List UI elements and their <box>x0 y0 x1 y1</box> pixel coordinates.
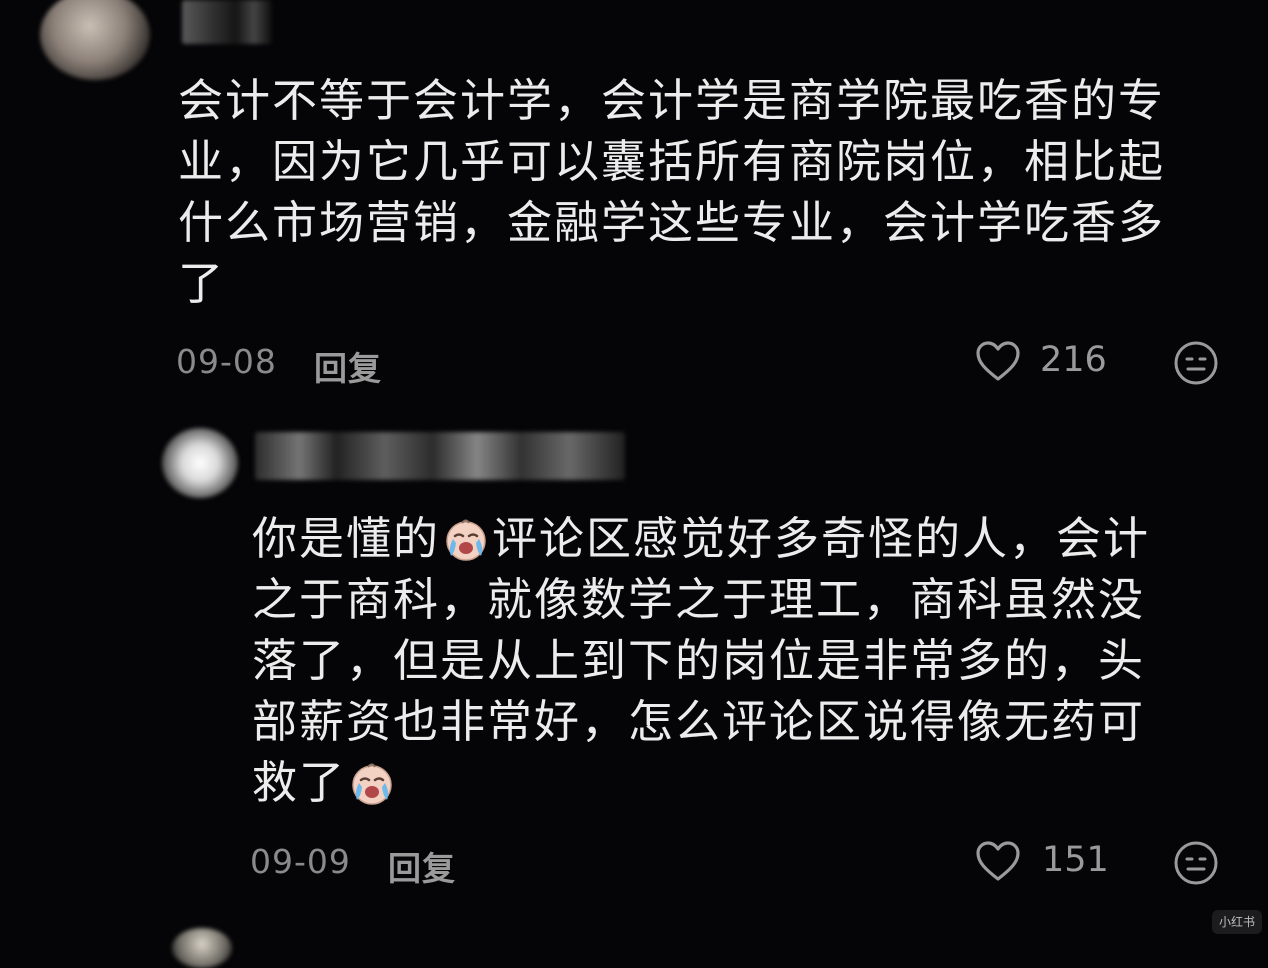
next-commenter-avatar[interactable] <box>172 928 232 968</box>
commenter-name-blurred[interactable] <box>182 0 272 44</box>
comment-body: 会计不等于会计学，会计学是商学院最吃香的专 业，因为它几乎可以囊括所有商院岗位，… <box>178 70 1165 314</box>
comment-text-segment: 救了 <box>252 756 347 809</box>
comment-text-segment: 你是懂的 <box>252 512 441 565</box>
comment-line: 你是懂的 评论区感觉好多奇怪的人，会计 <box>252 508 1150 569</box>
reply-commenter-name-blurred[interactable] <box>255 432 625 480</box>
comment-line: 业，因为它几乎可以囊括所有商院岗位，相比起 <box>178 135 1166 188</box>
comment-line: 会计不等于会计学，会计学是商学院最吃香的专 <box>178 74 1166 127</box>
neutral-face-icon[interactable] <box>1173 840 1219 886</box>
comment-line: 之于商科，就像数学之于理工，商科虽然没 <box>252 573 1146 626</box>
comment-line: 落了，但是从上到下的岗位是非常多的，头 <box>252 634 1146 687</box>
heart-outline-icon[interactable] <box>975 840 1021 882</box>
comment-text-segment: 评论区感觉好多奇怪的人，会计 <box>492 512 1151 565</box>
neutral-face-icon[interactable] <box>1173 340 1219 386</box>
commenter-avatar[interactable] <box>40 0 150 80</box>
crying-face-emoji-icon <box>352 763 392 805</box>
comment-line: 了 <box>178 257 226 310</box>
like-count: 216 <box>1040 340 1107 380</box>
xiaohongshu-watermark: 小红书 <box>1212 910 1262 934</box>
comment-line: 部薪资也非常好，怎么评论区说得像无药可 <box>252 695 1146 748</box>
comment-line: 什么市场营销，金融学这些专业，会计学吃香多 <box>178 196 1166 249</box>
reply-button[interactable]: 回复 <box>388 842 456 890</box>
heart-outline-icon[interactable] <box>975 340 1021 382</box>
crying-face-emoji-icon <box>446 519 486 561</box>
like-count: 151 <box>1042 840 1109 880</box>
reply-button[interactable]: 回复 <box>314 342 382 390</box>
reply-comment-body: 你是懂的 评论区感觉好多奇怪的人，会计 之于商科，就像数学之于理工，商科虽然没 … <box>252 508 1150 813</box>
comment-line: 救了 <box>252 752 1150 813</box>
comment-date: 09-08 <box>176 342 277 381</box>
reply-commenter-avatar[interactable] <box>162 428 238 498</box>
reply-comment-date: 09-09 <box>250 842 351 881</box>
